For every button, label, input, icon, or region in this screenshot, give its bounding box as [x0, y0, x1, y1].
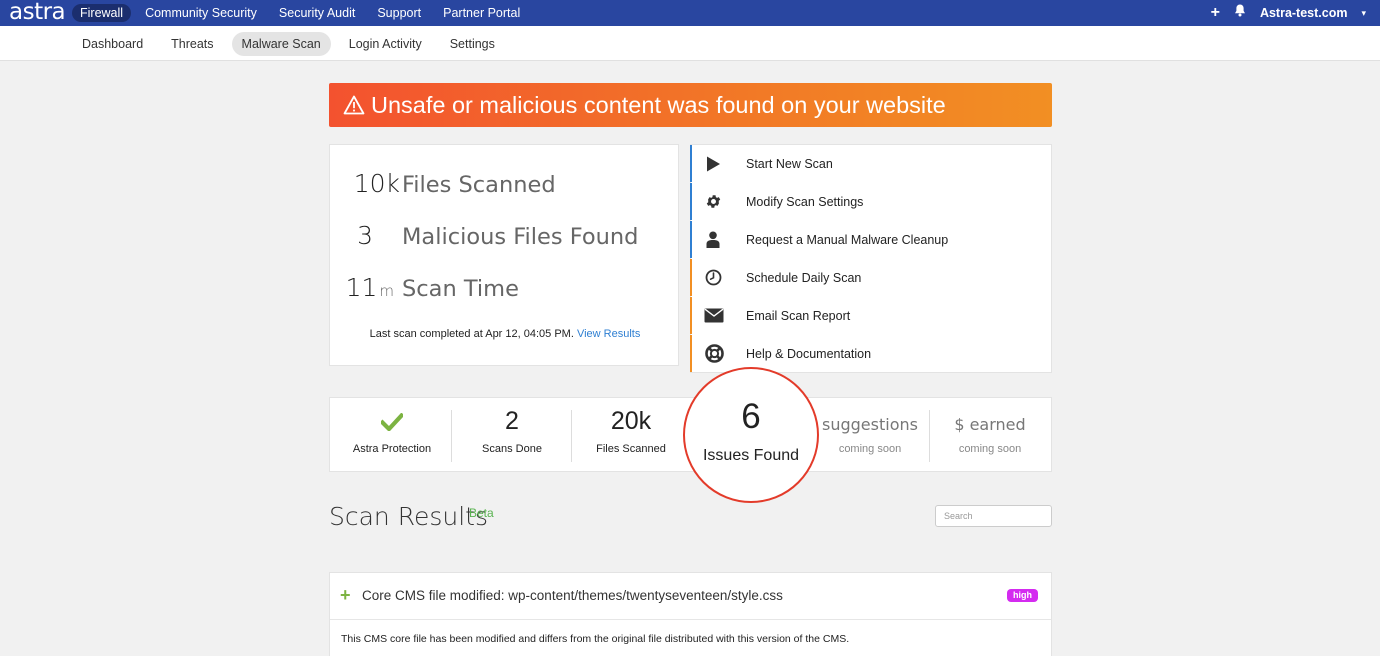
earned-metric: $ earned coming soon — [930, 398, 1050, 471]
scan-actions-card: Start New Scan Modify Scan Settings Requ… — [690, 144, 1052, 373]
plus-icon[interactable]: + — [1211, 4, 1220, 22]
accent-bar — [690, 297, 692, 334]
tab-malware-scan[interactable]: Malware Scan — [231, 31, 331, 56]
gear-icon — [703, 192, 723, 212]
action-label: Request a Manual Malware Cleanup — [746, 232, 949, 247]
email-scan-report-action[interactable]: Email Scan Report — [690, 297, 1051, 334]
accent-bar — [690, 221, 692, 258]
search-input[interactable] — [935, 505, 1052, 527]
issues-found-value: 6 — [741, 397, 761, 436]
files-scanned-label: Files Scanned — [402, 172, 556, 198]
start-new-scan-action[interactable]: Start New Scan — [690, 145, 1051, 182]
tab-threats[interactable]: Threats — [161, 32, 223, 56]
action-label: Start New Scan — [746, 156, 833, 171]
last-scan-info: Last scan completed at Apr 12, 04:05 PM.… — [330, 328, 680, 340]
malicious-files-stat: 3 Malicious Files Found — [330, 221, 680, 257]
scan-time-stat: 11 m Scan Time — [330, 273, 680, 309]
accent-bar — [690, 335, 692, 372]
nav-community-security[interactable]: Community Security — [137, 4, 265, 22]
scan-time-value: 11 — [345, 273, 378, 302]
issue-header[interactable]: + Core CMS file modified: wp-content/the… — [330, 573, 1051, 620]
scans-done-metric: 2 Scans Done — [452, 398, 572, 471]
accent-bar — [690, 183, 692, 220]
action-label: Help & Documentation — [746, 346, 872, 361]
top-navbar: astra Firewall Community Security Securi… — [0, 0, 1380, 26]
clock-icon — [703, 268, 723, 288]
alert-message: Unsafe or malicious content was found on… — [371, 91, 946, 118]
malicious-files-label: Malicious Files Found — [402, 224, 639, 250]
malicious-files-value: 3 — [357, 221, 373, 250]
files-scanned-value: 10k — [353, 169, 400, 198]
scan-results-title: Scan Results — [329, 502, 488, 531]
accent-bar — [690, 145, 692, 182]
sub-navbar: Dashboard Threats Malware Scan Login Act… — [0, 26, 1380, 61]
malicious-content-alert: Unsafe or malicious content was found on… — [329, 83, 1052, 127]
astra-logo[interactable]: astra — [9, 0, 66, 26]
expand-plus-icon[interactable]: + — [340, 585, 351, 606]
tab-login-activity[interactable]: Login Activity — [339, 32, 432, 56]
tab-dashboard[interactable]: Dashboard — [72, 32, 153, 56]
issues-found-label: Issues Found — [702, 447, 800, 464]
issue-card: + Core CMS file modified: wp-content/the… — [329, 572, 1052, 656]
severity-badge: high — [1007, 589, 1038, 602]
metric-label: Astra Protection — [352, 443, 432, 455]
metric-value: suggestions — [822, 415, 918, 434]
accent-bar — [690, 259, 692, 296]
site-selector[interactable]: Astra-test.com — [1260, 6, 1348, 20]
action-label: Modify Scan Settings — [746, 194, 864, 209]
issue-description: This CMS core file has been modified and… — [341, 633, 850, 645]
metric-value: 2 — [505, 407, 519, 435]
metric-label: coming soon — [838, 443, 902, 455]
metric-label: coming soon — [958, 443, 1022, 455]
view-results-link[interactable]: View Results — [577, 328, 640, 340]
schedule-daily-scan-action[interactable]: Schedule Daily Scan — [690, 259, 1051, 296]
nav-firewall[interactable]: Firewall — [72, 4, 132, 22]
astra-protection-metric: Astra Protection — [332, 398, 452, 471]
suggestions-metric: suggestions coming soon — [810, 398, 930, 471]
play-icon — [703, 154, 723, 174]
metric-label: Files Scanned — [596, 443, 666, 455]
metric-label: Scans Done — [482, 443, 542, 455]
envelope-icon — [704, 306, 724, 326]
files-scanned-metric: 20k Files Scanned — [571, 398, 691, 471]
user-icon — [703, 230, 723, 250]
lifebuoy-icon — [704, 344, 724, 364]
chevron-down-icon[interactable]: ▾ — [1361, 8, 1366, 19]
issues-found-highlight[interactable]: 6 Issues Found — [683, 367, 819, 503]
action-label: Email Scan Report — [746, 308, 851, 323]
nav-partner-portal[interactable]: Partner Portal — [435, 4, 528, 22]
modify-scan-settings-action[interactable]: Modify Scan Settings — [690, 183, 1051, 220]
tab-settings[interactable]: Settings — [440, 32, 505, 56]
files-scanned-stat: 10k Files Scanned — [330, 169, 680, 205]
bell-icon[interactable] — [1234, 4, 1246, 22]
beta-badge: Beta — [469, 506, 494, 520]
request-manual-cleanup-action[interactable]: Request a Manual Malware Cleanup — [690, 221, 1051, 258]
scan-stats-card: 10k Files Scanned 3 Malicious Files Foun… — [329, 144, 679, 366]
metric-value: $ earned — [954, 415, 1026, 434]
metric-value: 20k — [610, 407, 652, 435]
nav-security-audit[interactable]: Security Audit — [271, 4, 363, 22]
issue-title: Core CMS file modified: wp-content/theme… — [362, 588, 783, 603]
action-label: Schedule Daily Scan — [746, 270, 862, 285]
top-right-controls: + Astra-test.com ▾ — [1211, 0, 1366, 26]
scan-time-unit: m — [379, 282, 394, 300]
check-icon — [381, 413, 403, 431]
top-nav: Firewall Community Security Security Aud… — [72, 0, 534, 26]
warning-triangle-icon — [343, 95, 365, 115]
scan-time-label: Scan Time — [402, 276, 519, 302]
nav-support[interactable]: Support — [369, 4, 429, 22]
last-scan-text: Last scan completed at Apr 12, 04:05 PM. — [369, 328, 574, 340]
